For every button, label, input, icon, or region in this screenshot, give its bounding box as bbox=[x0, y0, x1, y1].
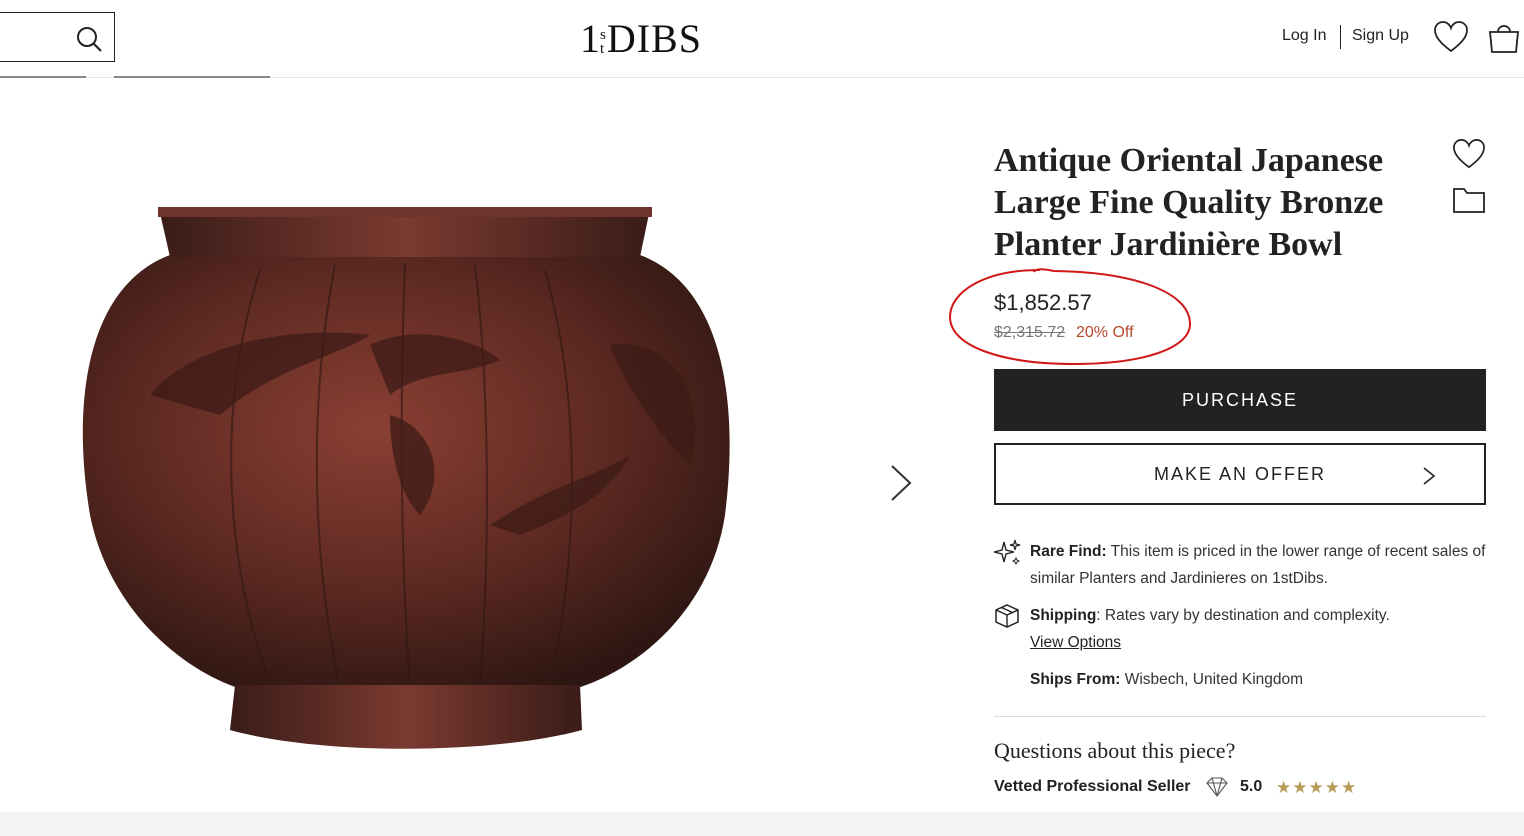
current-price: $1,852.57 bbox=[994, 290, 1092, 315]
logo-dibs: DIBS bbox=[606, 16, 702, 61]
bag-icon[interactable] bbox=[1486, 20, 1522, 54]
make-offer-label: MAKE AN OFFER bbox=[1153, 463, 1327, 484]
rare-find-label: Rare Find: bbox=[1030, 543, 1107, 560]
footer-band bbox=[0, 812, 1524, 836]
purchase-button[interactable]: PURCHASE bbox=[994, 369, 1486, 431]
search-box[interactable] bbox=[0, 12, 115, 62]
product-image[interactable] bbox=[70, 195, 740, 765]
signup-link[interactable]: Sign Up bbox=[1352, 27, 1409, 45]
vetted-seller-label: Vetted Professional Seller bbox=[994, 778, 1191, 795]
logo-st: s t bbox=[600, 27, 606, 57]
section-divider bbox=[994, 716, 1486, 717]
questions-heading: Questions about this piece? bbox=[994, 738, 1236, 763]
product-title: Antique Oriental Japanese Large Fine Qua… bbox=[994, 142, 1384, 263]
site-logo[interactable]: 1 s t DIBS bbox=[580, 16, 702, 61]
rating-stars: ★★★★★ bbox=[1276, 778, 1358, 797]
ships-from-value: Wisbech, United Kingdom bbox=[1120, 671, 1304, 688]
search-icon[interactable] bbox=[75, 25, 103, 53]
logo-s: s bbox=[600, 27, 606, 43]
site-header: 1 s t DIBS Log In Sign Up bbox=[0, 0, 1524, 78]
sparkle-icon bbox=[993, 539, 1021, 566]
view-options-link[interactable]: View Options bbox=[1030, 634, 1121, 651]
discount-label: 20% Off bbox=[1076, 324, 1134, 341]
nav-underline bbox=[0, 76, 86, 78]
login-link[interactable]: Log In bbox=[1282, 27, 1326, 45]
logo-one: 1 bbox=[580, 16, 600, 61]
ships-from-info: Ships From: Wisbech, United Kingdom bbox=[1030, 666, 1490, 693]
shipping-label: Shipping bbox=[1030, 607, 1097, 624]
rare-find-info: Rare Find: This item is priced in the lo… bbox=[1030, 538, 1490, 592]
heart-icon[interactable] bbox=[1433, 20, 1469, 54]
shipping-text: : Rates vary by destination and complexi… bbox=[1096, 607, 1390, 624]
ships-from-label: Ships From: bbox=[1030, 671, 1121, 688]
folder-icon[interactable] bbox=[1452, 184, 1486, 214]
diamond-icon bbox=[1206, 777, 1228, 797]
seller-rating: 5.0 bbox=[1240, 778, 1263, 795]
search-input[interactable] bbox=[5, 25, 69, 49]
chevron-right-icon bbox=[1423, 467, 1436, 485]
shipping-info: Shipping: Rates vary by destination and … bbox=[1030, 602, 1490, 656]
favorite-heart-icon[interactable] bbox=[1452, 138, 1486, 170]
chevron-right-icon[interactable] bbox=[888, 462, 914, 504]
box-icon bbox=[995, 604, 1019, 628]
original-price: $2,315.72 bbox=[994, 324, 1066, 341]
logo-t: t bbox=[600, 41, 605, 57]
nav-underline bbox=[114, 76, 270, 78]
make-offer-button[interactable]: MAKE AN OFFER bbox=[994, 443, 1486, 505]
header-divider bbox=[1340, 25, 1341, 49]
